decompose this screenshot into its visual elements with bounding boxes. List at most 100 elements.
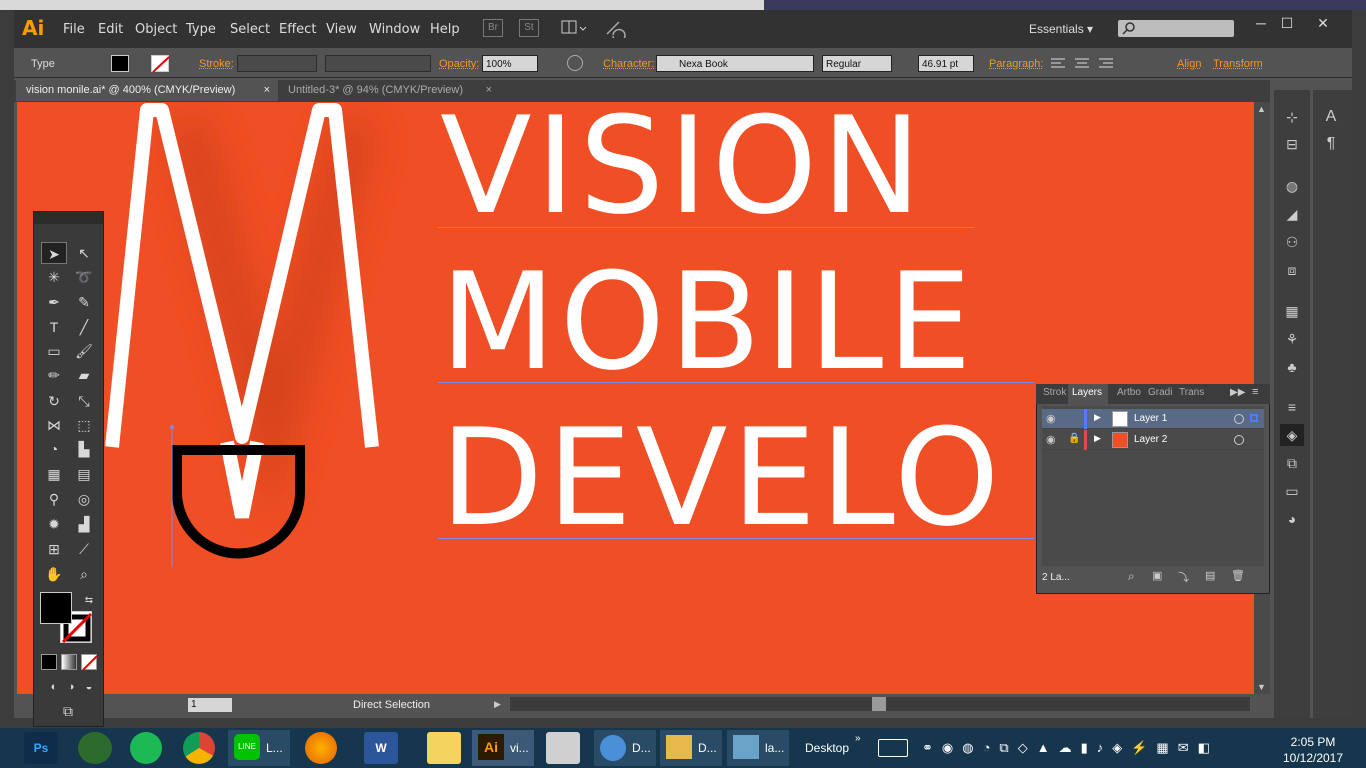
slice-tool[interactable]: ⟋	[71, 538, 97, 560]
word-taskbar-icon[interactable]: W	[364, 732, 398, 764]
fill-color-swatch[interactable]	[111, 55, 129, 72]
calculator-taskbar-icon[interactable]	[546, 732, 580, 764]
stock-button[interactable]: St	[519, 19, 539, 37]
layer-row[interactable]: ◉ 🔒 ▶ Layer 2	[1042, 430, 1264, 450]
selection-tool[interactable]: ➤	[41, 242, 67, 264]
curvature-tool[interactable]: ✎	[71, 291, 97, 313]
clock-date[interactable]: 10/12/2017	[1278, 751, 1348, 765]
menu-object[interactable]: Object	[135, 22, 177, 37]
arrange-documents-button[interactable]	[560, 19, 588, 37]
expand-arrow-icon[interactable]: ▶	[1094, 412, 1101, 423]
tab-vision-monile[interactable]: vision monile.ai* @ 400% (CMYK/Preview) …	[16, 80, 278, 101]
sticky-notes-taskbar-icon[interactable]	[427, 732, 461, 764]
delete-layer-icon[interactable]: 🗑	[1231, 569, 1245, 582]
new-layer-icon[interactable]: ▤	[1205, 569, 1215, 582]
layers-panel-icon[interactable]: ◈	[1280, 424, 1304, 446]
variable-width-profile[interactable]	[325, 55, 431, 72]
magic-wand-tool[interactable]: ✳	[41, 266, 67, 288]
align-label[interactable]: Align	[1177, 58, 1201, 70]
lasso-tool[interactable]: ➰	[71, 266, 97, 288]
menu-effect[interactable]: Effect	[279, 22, 316, 37]
stroke-panel-icon[interactable]: ≡	[1280, 396, 1304, 418]
character-panel-icon[interactable]: A	[1319, 106, 1343, 128]
character-label[interactable]: Character:	[603, 58, 654, 70]
artboard-tool[interactable]: ⊞	[41, 538, 67, 560]
menu-edit[interactable]: Edit	[98, 22, 123, 37]
scroll-up-icon[interactable]: ▲	[1257, 104, 1266, 114]
shape-builder-tool[interactable]: ◔	[41, 438, 67, 460]
free-transform-tool[interactable]: ⬚	[71, 414, 97, 436]
scale-tool[interactable]: ⤡	[71, 390, 97, 412]
paragraph-label[interactable]: Paragraph:	[989, 58, 1043, 70]
tab-transparency[interactable]: Trans	[1179, 387, 1204, 398]
close-button[interactable]: ✕	[1310, 14, 1336, 32]
gradient-tool[interactable]: ▤	[71, 463, 97, 485]
stroke-weight-field[interactable]	[237, 55, 317, 72]
draw-inside-icon[interactable]: ◒	[76, 676, 102, 698]
menu-type[interactable]: Type	[186, 22, 216, 37]
rotate-tool[interactable]: ↻	[41, 390, 67, 412]
explorer-taskbar-button[interactable]: D...	[660, 730, 722, 766]
chrome-window-taskbar-button[interactable]: D...	[594, 730, 656, 766]
symbol-sprayer-tool[interactable]: ✹	[41, 513, 67, 535]
eyedropper-tool[interactable]: ⚲	[41, 488, 67, 510]
appearance-icon[interactable]: ⚇	[1280, 231, 1304, 253]
photos-taskbar-button[interactable]: la...	[727, 730, 789, 766]
selection-indicator[interactable]	[1250, 414, 1258, 422]
target-icon[interactable]	[1234, 435, 1244, 445]
eye-icon[interactable]: ◉	[1046, 412, 1056, 425]
panel-menu-icon[interactable]: ≡	[1252, 386, 1258, 398]
desktop-toolbar[interactable]: Desktop	[805, 741, 849, 755]
firefox-taskbar-icon[interactable]	[305, 732, 337, 764]
headline-line-1[interactable]: VISION	[440, 99, 925, 233]
minimize-button[interactable]: ─	[1248, 14, 1274, 32]
fill-swatch-front[interactable]	[40, 592, 72, 624]
type-tool[interactable]: T	[41, 316, 67, 338]
artboards-panel-icon[interactable]: ⧉	[1280, 452, 1304, 474]
tab-layers[interactable]: Layers	[1068, 384, 1108, 404]
screen-mode-icon[interactable]: ⧉	[55, 700, 81, 722]
swatches-icon[interactable]: ▦	[1280, 300, 1304, 322]
color-panel-icon[interactable]: ◍	[1280, 175, 1304, 197]
column-graph-tool[interactable]: ▟	[71, 513, 97, 535]
graphic-styles-icon[interactable]: ⧈	[1280, 259, 1304, 281]
tools-panel-header[interactable]	[34, 212, 103, 224]
eraser-tool[interactable]: ▰	[71, 364, 97, 386]
horizontal-scroll-thumb[interactable]	[872, 697, 886, 711]
swap-fill-stroke-icon[interactable]: ⇆	[76, 590, 102, 612]
font-style-field[interactable]: Regular	[822, 55, 892, 72]
line-taskbar-button[interactable]: LINE L...	[228, 730, 290, 766]
more-tabs-icon[interactable]: ▶▶	[1230, 387, 1245, 398]
zoom-tool[interactable]: ⌕	[71, 563, 97, 585]
menu-select[interactable]: Select	[230, 22, 270, 37]
menu-file[interactable]: File	[63, 22, 85, 37]
menu-help[interactable]: Help	[430, 22, 460, 37]
lock-icon[interactable]: 🔒	[1068, 433, 1080, 444]
paintbrush-tool[interactable]: 🖌	[71, 340, 97, 362]
scroll-down-icon[interactable]: ▼	[1257, 682, 1266, 692]
status-menu-arrow-icon[interactable]: ▶	[494, 699, 501, 710]
chart-tool[interactable]: ▙	[71, 438, 97, 460]
chrome-taskbar-icon[interactable]	[183, 732, 215, 764]
close-icon[interactable]: ×	[264, 80, 270, 101]
search-input[interactable]	[1118, 20, 1234, 37]
color-guide-icon[interactable]: ◢	[1280, 203, 1304, 225]
menu-window[interactable]: Window	[369, 22, 420, 37]
keyboard-icon[interactable]	[878, 739, 908, 757]
workspace-switcher[interactable]: Essentials ▾	[1029, 22, 1093, 36]
font-size-field[interactable]: 46.91 pt	[918, 55, 974, 72]
artboard-number-field[interactable]: 1	[188, 698, 232, 712]
make-clipping-mask-icon[interactable]: ▣	[1152, 569, 1162, 582]
symbols-icon[interactable]: ♣	[1280, 356, 1304, 378]
stroke-color-swatch[interactable]	[151, 55, 170, 73]
photoshop-taskbar-icon[interactable]: Ps	[24, 732, 58, 764]
opacity-field[interactable]: 100%	[482, 55, 538, 72]
illustrator-taskbar-button[interactable]: Ai vi...	[472, 730, 534, 766]
layer-name[interactable]: Layer 1	[1134, 413, 1167, 424]
bridge-button[interactable]: Br	[483, 19, 503, 37]
paragraph-align-buttons[interactable]	[1047, 55, 1119, 72]
gpu-performance-button[interactable]	[603, 18, 627, 43]
transform-label[interactable]: Transform	[1213, 58, 1263, 70]
layer-row[interactable]: ◉ ▶ Layer 1	[1042, 409, 1264, 429]
paragraph-panel-icon[interactable]: ¶	[1319, 133, 1343, 155]
